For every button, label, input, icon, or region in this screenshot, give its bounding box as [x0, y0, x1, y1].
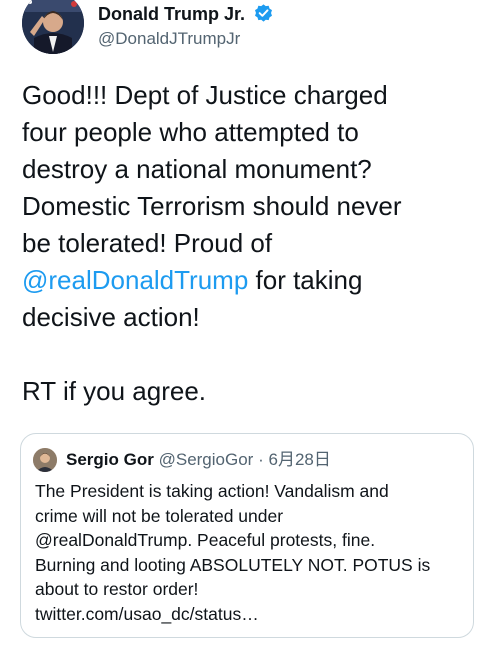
quoted-tweet-text: The President is taking action! Vandalis…: [35, 479, 465, 626]
author-name[interactable]: Donald Trump Jr.: [98, 3, 245, 25]
tweet-text-line: destroy a national monument?: [22, 154, 372, 184]
tweet: Donald Trump Jr. @DonaldJTrumpJr Good!!!…: [0, 0, 486, 648]
tweet-text: Good!!! Dept of Justice charged four peo…: [22, 77, 477, 410]
author-handle[interactable]: @DonaldJTrumpJr: [98, 28, 240, 50]
quoted-tweet-card[interactable]: Sergio Gor @SergioGor · 6月28日 The Presid…: [20, 433, 474, 638]
quoted-text-line: The President is taking action! Vandalis…: [35, 481, 389, 501]
tweet-text-line: decisive action!: [22, 302, 200, 332]
tweet-text-line: @realDonaldTrump for taking: [22, 262, 477, 299]
quoted-tweet-date[interactable]: 6月28日: [268, 450, 330, 469]
verified-badge-icon: [253, 3, 274, 24]
separator-dot: ·: [258, 450, 264, 469]
tweet-text-line: Domestic Terrorism should never: [22, 191, 402, 221]
author-avatar[interactable]: [22, 0, 84, 54]
tweet-text-fragment: for taking: [248, 265, 363, 295]
quoted-text-line: about to restor order!: [35, 579, 199, 599]
tweet-text-line: four people who attempted to: [22, 117, 359, 147]
quoted-author-avatar[interactable]: [33, 448, 57, 472]
quoted-author-handle[interactable]: @SergioGor: [159, 450, 254, 469]
quoted-tweet-header: Sergio Gor @SergioGor · 6月28日: [66, 448, 331, 472]
mention-link[interactable]: @realDonaldTrump: [22, 265, 248, 295]
tweet-text-line: be tolerated! Proud of: [22, 228, 273, 258]
tweet-text-line: RT if you agree.: [22, 376, 207, 406]
quoted-text-line: @realDonaldTrump. Peaceful protests, fin…: [35, 530, 376, 550]
quoted-text-line: crime will not be tolerated under: [35, 505, 284, 526]
quoted-link[interactable]: twitter.com/usao_dc/status…: [35, 602, 465, 627]
paragraph-break: [22, 336, 477, 373]
quoted-text-line: Burning and looting ABSOLUTELY NOT. POTU…: [35, 554, 431, 575]
tweet-text-line: Good!!! Dept of Justice charged: [22, 80, 388, 110]
quoted-author-name[interactable]: Sergio Gor: [66, 450, 154, 469]
